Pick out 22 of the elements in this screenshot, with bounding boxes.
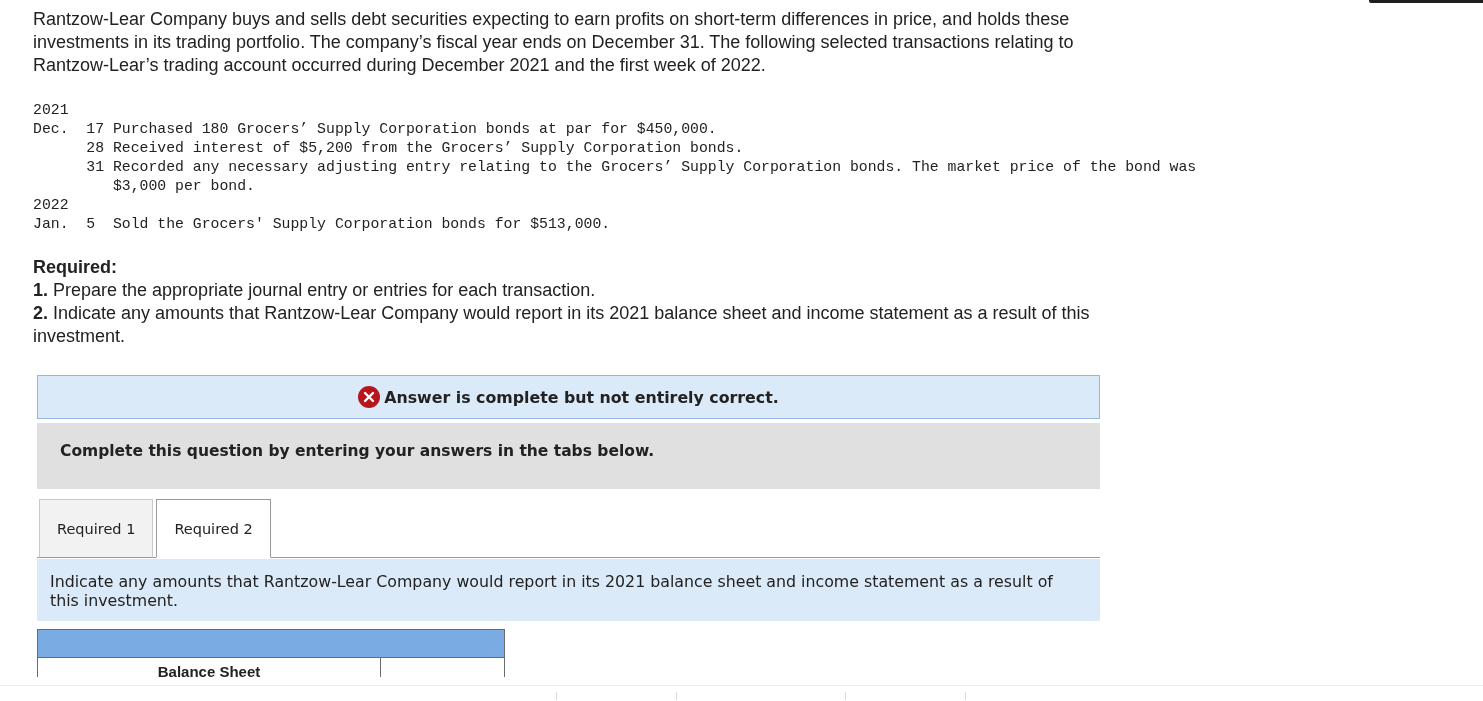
year-label: 2022: [33, 196, 69, 215]
required-heading: Required:: [33, 256, 117, 279]
day-label: 5: [86, 215, 97, 234]
transaction-text: Recorded any necessary adjusting entry relating to the Grocers’ Supply Corporation bonds. The market price of the bond was $3,000 per bond.: [112, 158, 1198, 196]
prompt-text: Indicate any amounts that Rantzow-Lear Company would report in its 2021 balance sheet and income statement as a result of this investment.: [50, 572, 1054, 610]
day-label: 17: [86, 120, 104, 139]
intro-paragraph: Rantzow-Lear Company buys and sells debt securities expecting to earn profits on short-term differences in price, and holds these investments in its trading portfolio. The company’s fiscal year ends on December 31. The following selected transactions relating to Rantzow-Lear’s trading account occurred during December 2021 and the first week of 2022.: [33, 8, 1075, 77]
requirement-text: 1. Prepare the appropriate journal entry or entries for each transaction.: [33, 279, 597, 302]
transaction-text: Sold the Grocers' Supply Corporation bonds for $513,000.: [112, 215, 612, 234]
month-label: Jan.: [33, 215, 70, 234]
day-label: 28: [86, 139, 104, 158]
year-label: 2021: [33, 101, 69, 120]
day-label: 31: [86, 158, 104, 177]
tab[interactable]: Required 2: [156, 499, 271, 558]
transaction-text: Purchased 180 Grocers’ Supply Corporation bonds at par for $450,000.: [112, 120, 718, 139]
month-label: Dec.: [33, 120, 70, 139]
transaction-text: Received interest of $5,200 from the Grocers’ Supply Corporation bonds.: [112, 139, 745, 158]
instruction-text: Complete this question by entering your answers in the tabs below.: [60, 442, 655, 460]
requirement-text: 2. Indicate any amounts that Rantzow-Lear Company would report in its 2021 balance sheet and income statement as a result of this investment.: [33, 302, 1091, 348]
feedback-message: Answer is complete but not entirely correct.: [384, 387, 779, 407]
column-header: Balance Sheet: [37, 658, 380, 677]
tab[interactable]: Required 1: [39, 499, 154, 558]
